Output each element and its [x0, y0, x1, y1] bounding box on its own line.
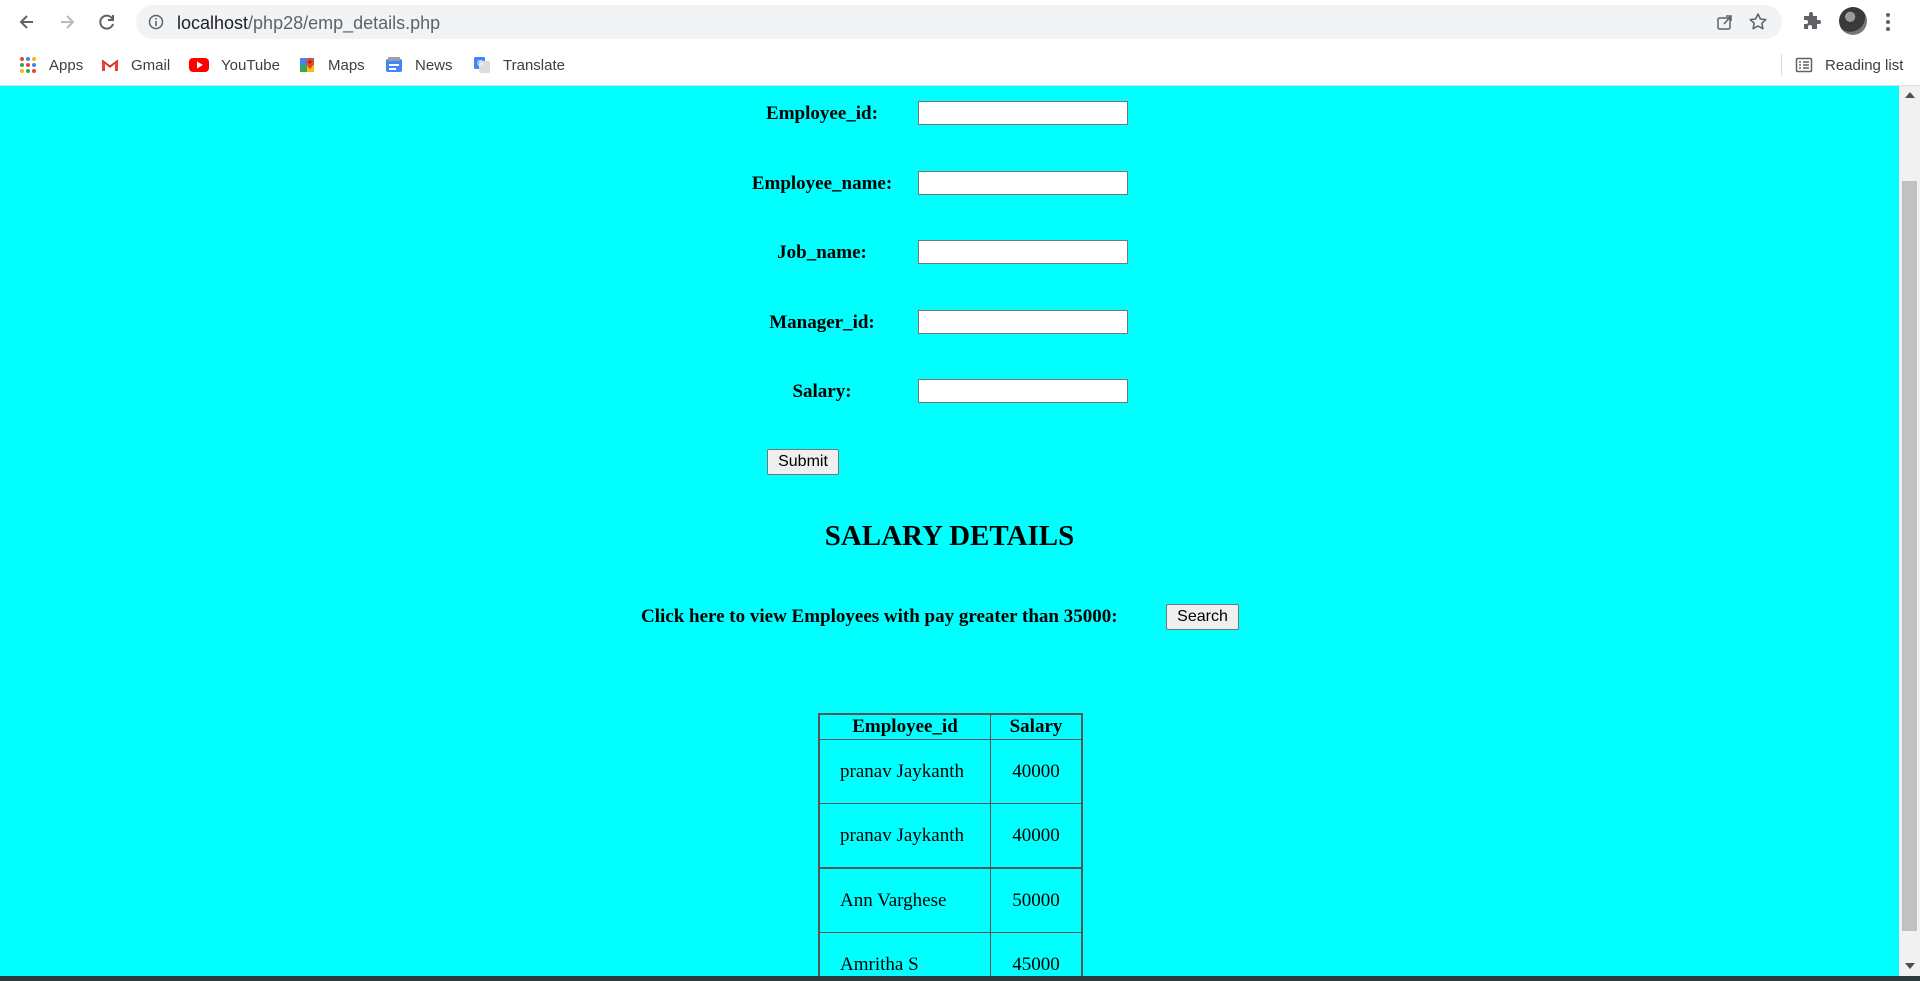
translate-icon: G — [474, 57, 490, 73]
bookmark-news[interactable]: News — [385, 53, 453, 77]
column-header-salary: Salary — [990, 713, 1083, 740]
manager-id-input[interactable] — [918, 310, 1128, 334]
submit-button[interactable]: Submit — [767, 449, 839, 475]
salary-details-heading: SALARY DETAILS — [824, 520, 1075, 552]
reload-button[interactable] — [93, 8, 121, 36]
vertical-scrollbar[interactable] — [1899, 86, 1920, 976]
employee-id-cell: pranav Jaykanth — [818, 739, 991, 804]
url-text[interactable]: localhost/php28/emp_details.php — [177, 13, 440, 34]
reload-icon — [99, 14, 114, 30]
avatar[interactable] — [1839, 7, 1867, 35]
employee-id-cell: Ann Varghese — [818, 867, 991, 933]
table-row: Amritha S 45000 — [818, 932, 1083, 976]
employee-id-input[interactable] — [918, 101, 1128, 125]
employee-name-input[interactable] — [918, 171, 1128, 195]
youtube-icon — [189, 58, 209, 72]
bookmark-youtube[interactable]: YouTube — [189, 53, 280, 77]
browser-toolbar: localhost/php28/emp_details.php — [0, 0, 1920, 44]
salary-cell: 45000 — [990, 932, 1083, 976]
bookmark-gmail[interactable]: Gmail — [101, 53, 170, 77]
salary-cell: 50000 — [990, 867, 1083, 933]
reading-list-label: Reading list — [1825, 56, 1904, 74]
star-icon[interactable] — [1748, 12, 1768, 32]
salary-cell: 40000 — [990, 803, 1083, 869]
salary-cell: 40000 — [990, 739, 1083, 804]
address-bar[interactable]: localhost/php28/emp_details.php — [136, 5, 1782, 39]
table-header-row: Employee_id Salary — [818, 713, 1083, 740]
bookmark-label: YouTube — [221, 56, 280, 74]
svg-text:G: G — [477, 59, 483, 68]
table-row: Ann Varghese 50000 — [818, 867, 1083, 933]
reading-list-button[interactable]: Reading list — [1795, 53, 1903, 77]
bookmark-apps[interactable]: Apps — [19, 53, 83, 77]
news-icon — [386, 57, 402, 72]
employee-id-label: Employee_id: — [766, 103, 878, 124]
menu-icon[interactable] — [1884, 10, 1892, 34]
bookmarks-bar: Apps Gmail YouTube Maps News G Translate… — [0, 44, 1920, 86]
job-name-input[interactable] — [918, 240, 1128, 264]
manager-id-label: Manager_id: — [769, 312, 875, 333]
forward-icon — [61, 15, 75, 29]
back-button[interactable] — [13, 8, 41, 36]
share-icon[interactable] — [1716, 13, 1734, 31]
forward-button[interactable] — [53, 8, 81, 36]
search-prompt-label: Click here to view Employees with pay gr… — [641, 606, 1118, 627]
employee-id-cell: pranav Jaykanth — [818, 803, 991, 869]
bookmark-maps[interactable]: Maps — [298, 53, 365, 77]
back-icon — [19, 15, 33, 29]
url-path: /php28/emp_details.php — [248, 13, 441, 33]
bookmark-label: Maps — [328, 56, 365, 74]
scroll-up-arrow-icon[interactable] — [1905, 92, 1915, 98]
bookmark-label: Gmail — [131, 56, 171, 74]
salary-input[interactable] — [918, 379, 1128, 403]
maps-icon — [300, 58, 314, 72]
scroll-down-arrow-icon[interactable] — [1905, 963, 1915, 969]
scrollbar-thumb[interactable] — [1902, 181, 1917, 931]
table-row: pranav Jaykanth 40000 — [818, 739, 1083, 804]
gmail-icon — [101, 59, 119, 71]
extensions-icon[interactable] — [1800, 10, 1824, 34]
bookmark-label: News — [415, 56, 453, 74]
taskbar-edge — [0, 976, 1920, 981]
apps-grid-icon — [20, 57, 36, 73]
bookmark-label: Apps — [49, 56, 84, 74]
search-button[interactable]: Search — [1166, 604, 1239, 630]
reading-list-icon — [1795, 57, 1813, 73]
page-content: Employee_id: Employee_name: Job_name: Ma… — [0, 86, 1899, 976]
column-header-employee-id: Employee_id — [818, 713, 991, 740]
job-name-label: Job_name: — [777, 242, 867, 263]
bookmarks-divider — [1781, 54, 1782, 76]
salary-label: Salary: — [792, 381, 852, 402]
salary-table: Employee_id Salary pranav Jaykanth 40000… — [818, 713, 1083, 976]
employee-name-label: Employee_name: — [751, 173, 893, 194]
info-icon[interactable] — [148, 14, 164, 30]
employee-id-cell: Amritha S — [818, 932, 991, 976]
url-host: localhost — [177, 13, 249, 33]
bookmark-translate[interactable]: G Translate — [473, 53, 565, 77]
bookmark-label: Translate — [503, 56, 565, 74]
table-row: pranav Jaykanth 40000 — [818, 803, 1083, 869]
